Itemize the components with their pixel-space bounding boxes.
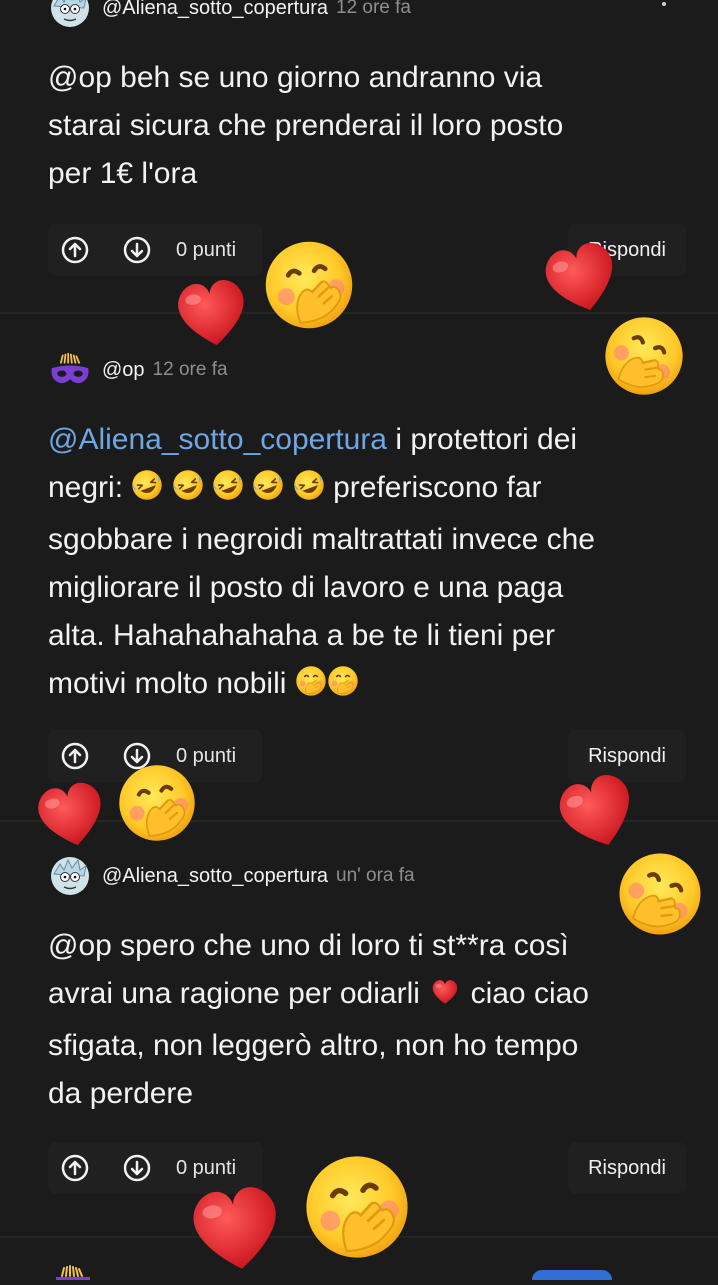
- hand-over-mouth-sticker-icon: [592, 314, 696, 403]
- hand-over-mouth-sticker-icon: [302, 1152, 412, 1267]
- comment-text-line: negri: preferiscono far: [48, 464, 688, 516]
- upvote-arrow-icon[interactable]: [58, 1151, 92, 1185]
- hand-over-mouth-sticker-icon: [610, 850, 710, 943]
- comment-text-line: da perdere: [48, 1077, 194, 1110]
- comment-timestamp: un' ora fa: [336, 865, 415, 886]
- heart-sticker-icon: [180, 1172, 292, 1285]
- heart-sticker-icon: [544, 764, 650, 861]
- downvote-arrow-icon[interactable]: [120, 1151, 154, 1185]
- comment-text-line: sfigata, non leggerò altro, non ho tempo: [48, 1029, 579, 1062]
- rolling-laughing-emoji-icon: [127, 465, 168, 516]
- hand-over-mouth-sticker-icon: [262, 238, 356, 337]
- comment-text-line: alta. Hahahahahaha a be te li tieni per: [48, 619, 556, 652]
- comment-timestamp: 12 ore fa: [152, 359, 228, 380]
- hand-over-mouth-sticker-icon: [116, 762, 198, 849]
- purple-mask-avatar-icon[interactable]: [50, 350, 90, 390]
- comment-text: @op spero che uno di loro ti st**ra così…: [48, 922, 688, 1118]
- comment-text-span: i protettori dei: [387, 423, 578, 456]
- heart-sticker-icon: [30, 772, 112, 859]
- hand-over-mouth-emoji-icon: [295, 664, 327, 712]
- comment-username[interactable]: @op: [102, 359, 145, 382]
- heart-sticker-icon: [526, 232, 636, 325]
- rolling-laughing-emoji-icon: [168, 465, 208, 516]
- upvote-arrow-icon[interactable]: [58, 739, 92, 773]
- comment-text-span: negri:: [48, 471, 132, 504]
- downvote-arrow-icon[interactable]: [120, 233, 154, 267]
- comment-text-line: avrai una ragione per odiarli ciao ciao: [48, 970, 688, 1022]
- comment-meta: @Aliena_sotto_copertura un' ora fa: [50, 856, 415, 896]
- comment-text-line: starai sicura che prenderai il loro post…: [48, 109, 564, 142]
- comment-username[interactable]: @Aliena_sotto_copertura: [102, 0, 328, 20]
- user-mention-link[interactable]: @Aliena_sotto_copertura: [48, 423, 387, 456]
- points-count: 0 punti: [176, 238, 237, 261]
- rolling-laughing-emoji-icon: [248, 465, 289, 516]
- heart-sticker-icon: [166, 268, 258, 359]
- hand-over-mouth-emoji-icon: [327, 664, 359, 712]
- comment-meta: @Aliena_sotto_copertura 12 ore fa: [50, 0, 411, 28]
- comment-text-span: ciao ciao: [462, 977, 589, 1010]
- comment-timestamp: 12 ore fa: [336, 0, 411, 18]
- blue-sticker-edge: [532, 1270, 612, 1280]
- upvote-arrow-icon[interactable]: [58, 233, 92, 267]
- comment-username[interactable]: @Aliena_sotto_copertura: [102, 865, 328, 888]
- comment-text-line: sgobbare i negroidi maltrattati invece c…: [48, 523, 595, 556]
- rick-avatar-icon[interactable]: [50, 0, 90, 28]
- comment-text-line: motivi molto nobili: [48, 660, 688, 712]
- rolling-laughing-emoji-icon: [289, 465, 329, 516]
- next-comment-avatar: [50, 1262, 94, 1280]
- red-heart-emoji-icon: [428, 974, 462, 1022]
- comment-text-line: @op spero che uno di loro ti st**ra così: [48, 929, 569, 962]
- comment-text: @op beh se uno giorno andranno via stara…: [48, 54, 688, 198]
- comment-text-line: @op beh se uno giorno andranno via: [48, 61, 543, 94]
- comment-text: @Aliena_sotto_copertura i protettori dei…: [48, 416, 688, 712]
- rick-avatar-icon[interactable]: [50, 856, 90, 896]
- comment-text-span: motivi molto nobili: [48, 667, 295, 700]
- rolling-laughing-emoji-icon: [208, 465, 248, 516]
- comment-text-line: per 1€ l'ora: [48, 157, 198, 190]
- comment-text-span: preferiscono far: [324, 471, 542, 504]
- more-options-icon[interactable]: [660, 0, 668, 6]
- comment-text-line: migliorare il posto di lavoro e una paga: [48, 571, 564, 604]
- comment-text-span: avrai una ragione per odiarli: [48, 977, 429, 1010]
- comment-text-line: @Aliena_sotto_copertura i protettori dei: [48, 416, 688, 464]
- reply-button[interactable]: Rispondi: [568, 1142, 686, 1194]
